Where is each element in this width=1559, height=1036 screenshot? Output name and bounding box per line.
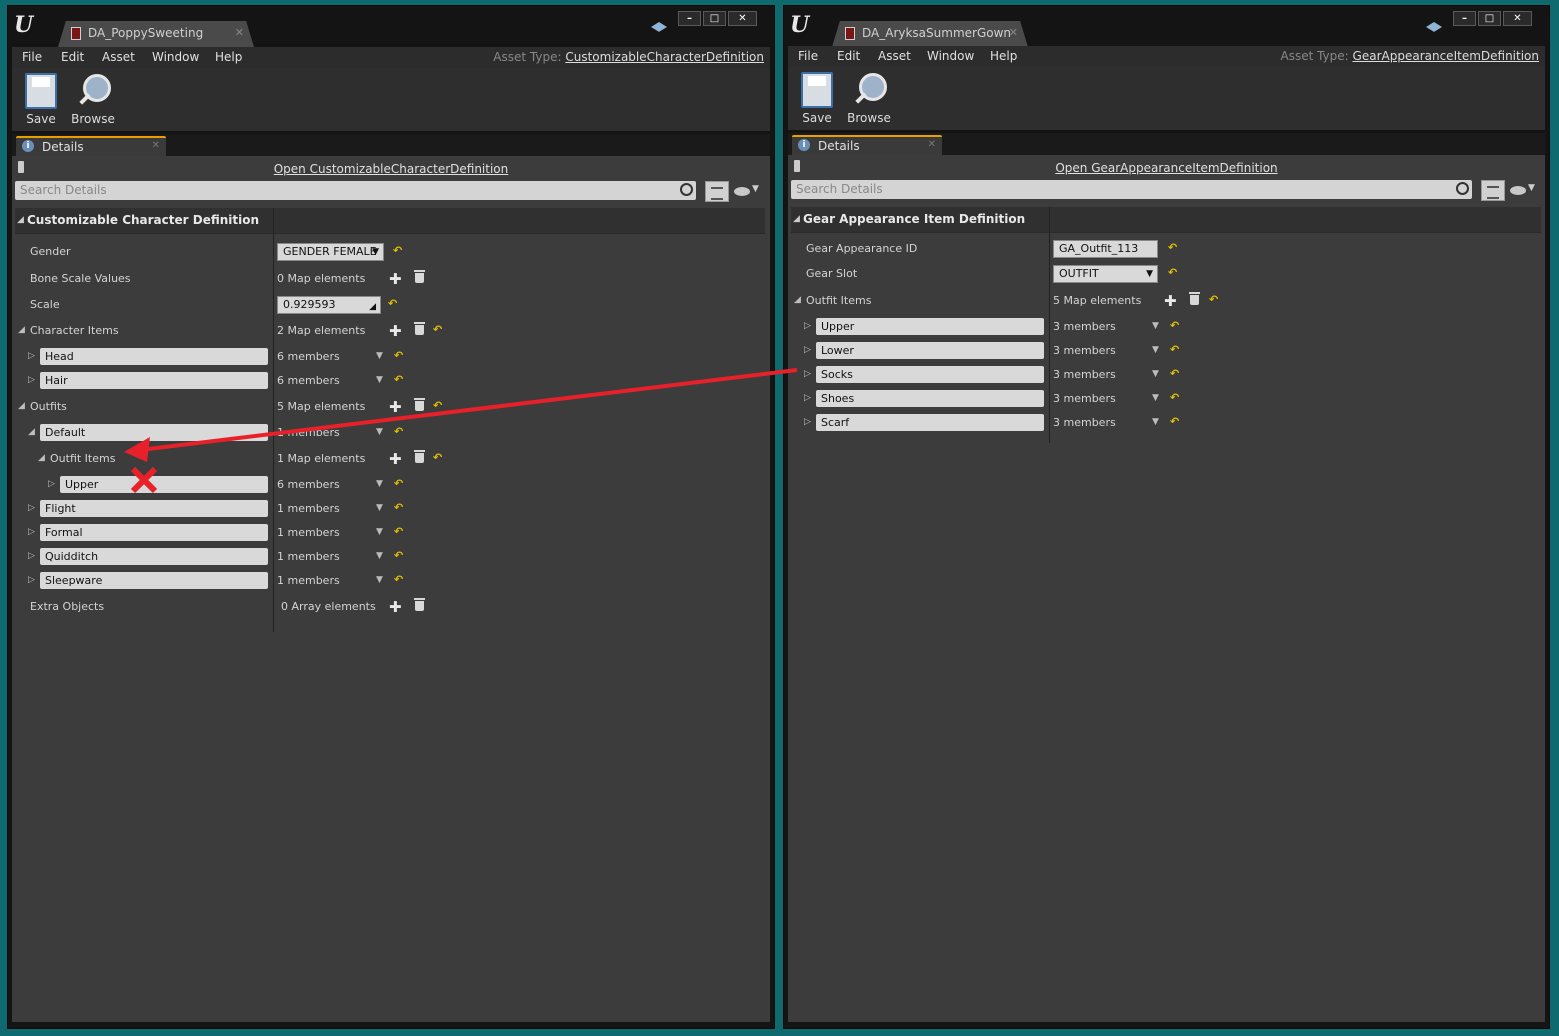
annotation-overlay	[124, 368, 798, 494]
annotation-x-mark	[130, 466, 158, 494]
annotation-arrow-line	[139, 368, 798, 452]
annotation-arrowhead	[124, 437, 150, 462]
